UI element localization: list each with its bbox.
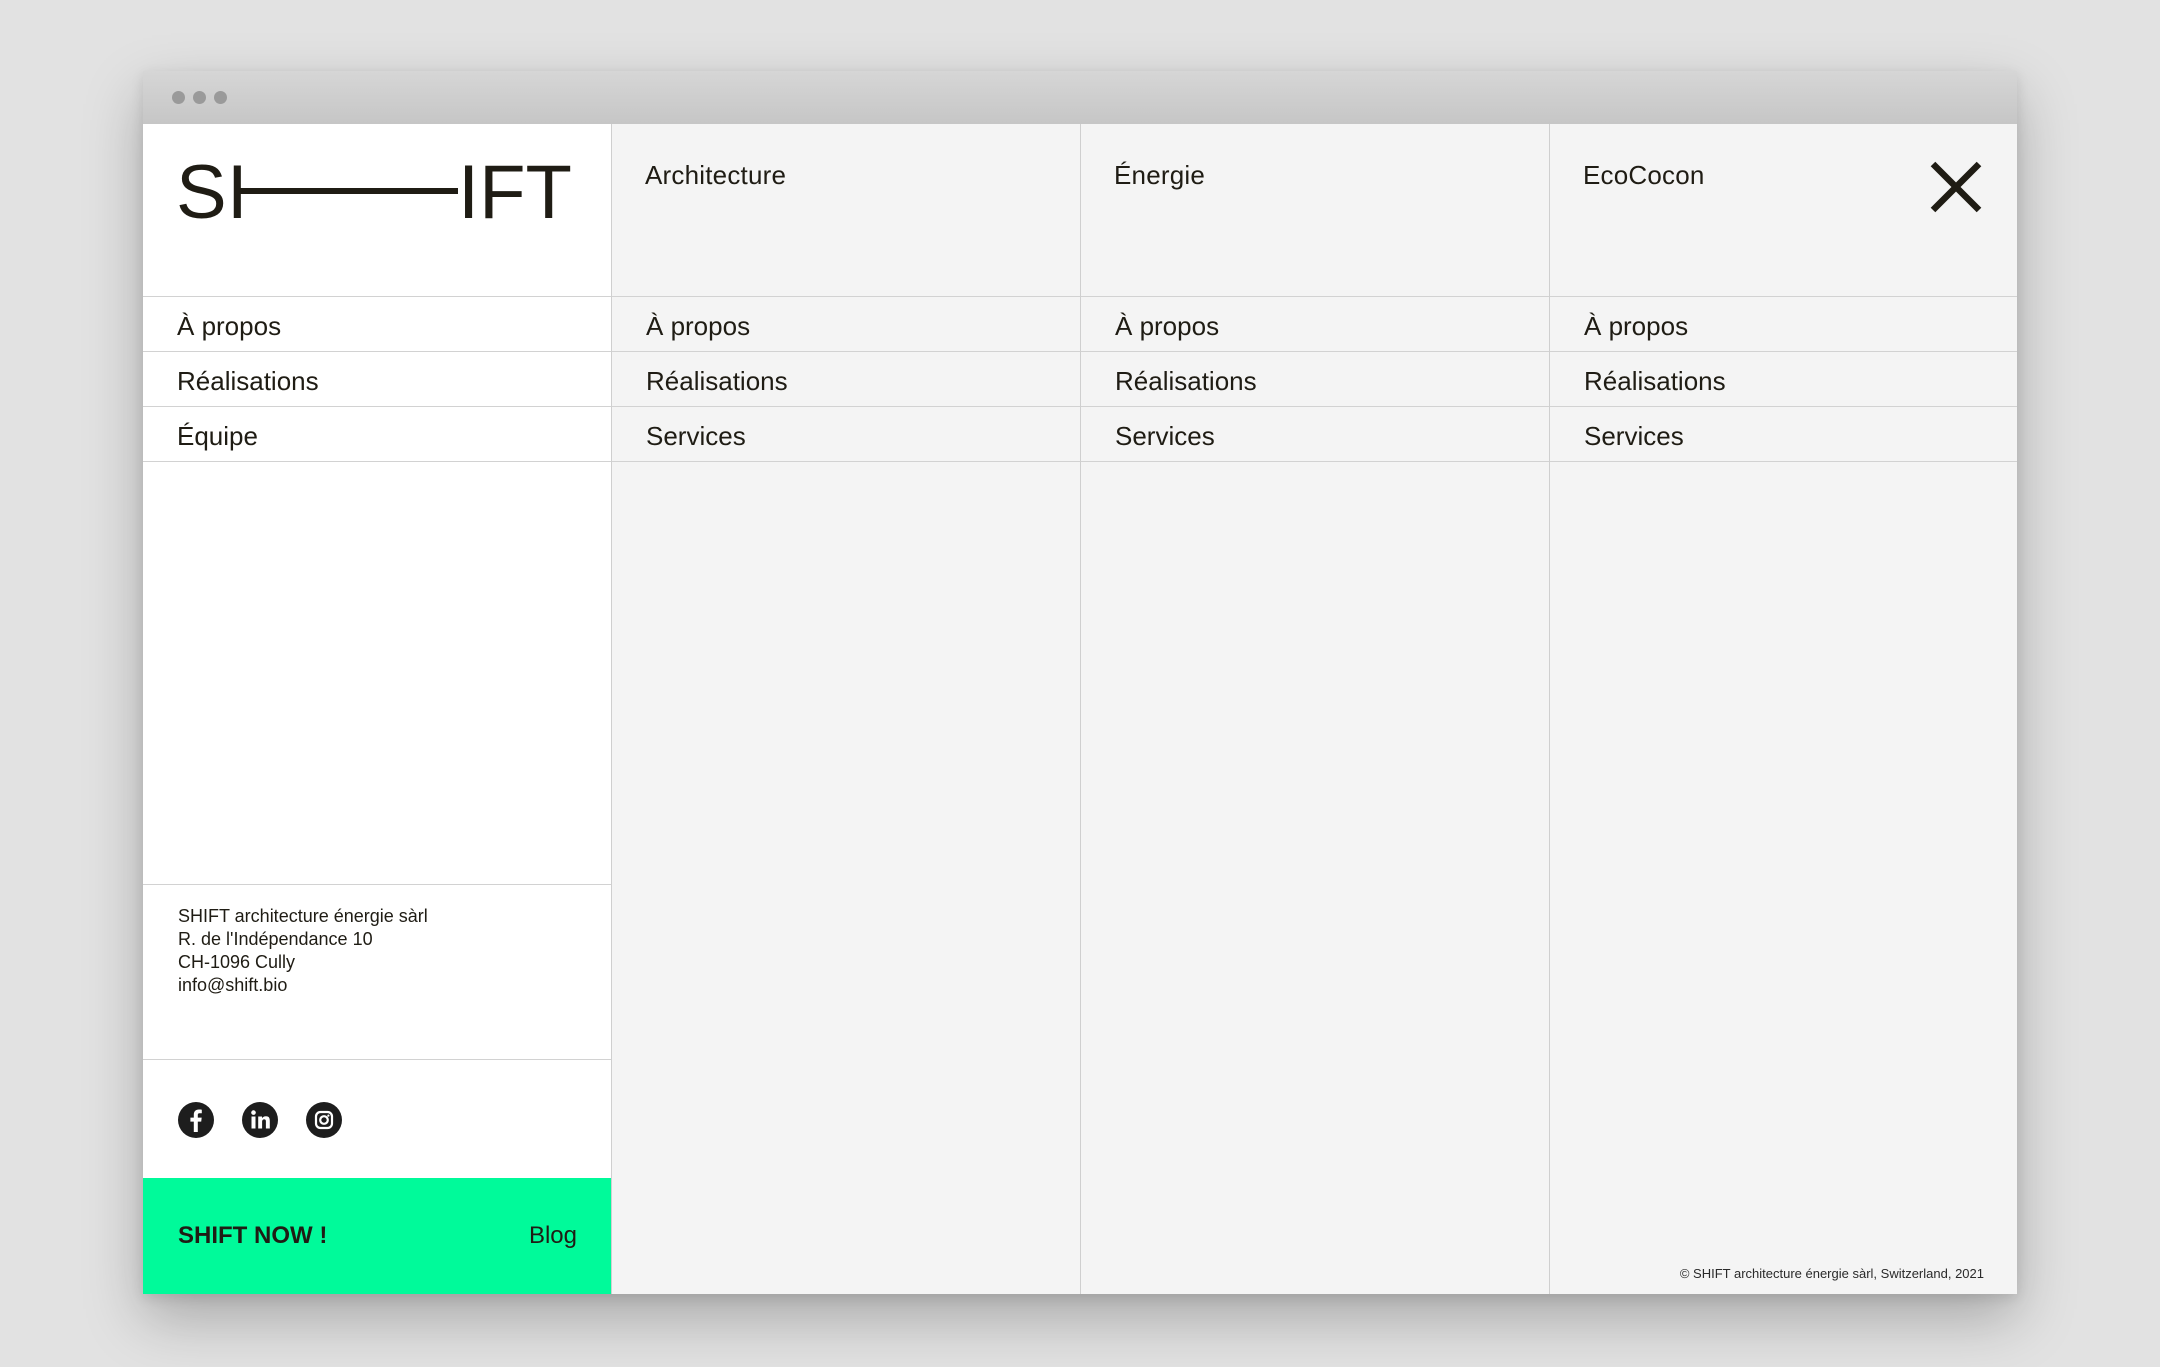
shift-now-link[interactable]: SHIFT NOW !	[178, 1222, 327, 1250]
ecococon-column: EcoCocon À propos Réalisations Services …	[1550, 124, 2017, 1294]
window-control-dot[interactable]	[193, 91, 206, 104]
browser-window: SI IFT À propos Réalisations Équipe SHIF…	[143, 71, 2017, 1294]
column-header: Architecture	[612, 124, 1080, 297]
energie-item-services[interactable]: Services	[1081, 407, 1549, 462]
architecture-item-services[interactable]: Services	[612, 407, 1080, 462]
ecococon-item-a-propos[interactable]: À propos	[1550, 297, 2017, 352]
column-title-ecococon[interactable]: EcoCocon	[1583, 160, 1705, 191]
ecococon-item-realisations[interactable]: Réalisations	[1550, 352, 2017, 407]
architecture-column: Architecture À propos Réalisations Servi…	[612, 124, 1081, 1294]
linkedin-icon[interactable]	[242, 1102, 278, 1138]
instagram-icon[interactable]	[306, 1102, 342, 1138]
sidebar-column: SI IFT À propos Réalisations Équipe SHIF…	[143, 124, 612, 1294]
blog-link[interactable]: Blog	[529, 1222, 577, 1250]
architecture-nav: À propos Réalisations Services	[612, 297, 1080, 462]
sidebar-item-realisations[interactable]: Réalisations	[143, 352, 611, 407]
window-titlebar	[143, 71, 2017, 124]
ecococon-nav: À propos Réalisations Services	[1550, 297, 2017, 462]
column-header: EcoCocon	[1550, 124, 2017, 297]
cta-bar: SHIFT NOW ! Blog	[143, 1178, 611, 1294]
window-control-dot[interactable]	[214, 91, 227, 104]
logo-header: SI IFT	[143, 124, 611, 297]
facebook-icon[interactable]	[178, 1102, 214, 1138]
sidebar-item-a-propos[interactable]: À propos	[143, 297, 611, 352]
sidebar-nav: À propos Réalisations Équipe	[143, 297, 611, 462]
company-name: SHIFT architecture énergie sàrl	[178, 906, 428, 926]
column-title-architecture[interactable]: Architecture	[645, 160, 786, 191]
postal-city: CH-1096 Cully	[178, 952, 296, 972]
energie-nav: À propos Réalisations Services	[1081, 297, 1549, 462]
logo-text-right: IFT	[458, 154, 572, 234]
ecococon-item-services[interactable]: Services	[1550, 407, 2017, 462]
close-icon[interactable]	[1928, 159, 1984, 215]
email-link[interactable]: info@shift.bio	[178, 974, 428, 997]
sidebar-item-equipe[interactable]: Équipe	[143, 407, 611, 462]
column-header: Énergie	[1081, 124, 1549, 297]
shift-logo[interactable]: SI IFT	[176, 154, 586, 234]
logo-bar	[240, 188, 458, 194]
column-title-energie[interactable]: Énergie	[1114, 160, 1205, 191]
architecture-item-a-propos[interactable]: À propos	[612, 297, 1080, 352]
street-address: R. de l'Indépendance 10	[178, 929, 373, 949]
window-control-dot[interactable]	[172, 91, 185, 104]
architecture-item-realisations[interactable]: Réalisations	[612, 352, 1080, 407]
logo-text-left: SI	[176, 154, 248, 234]
energie-item-a-propos[interactable]: À propos	[1081, 297, 1549, 352]
copyright-text: © SHIFT architecture énergie sàrl, Switz…	[1679, 1266, 1984, 1281]
energie-item-realisations[interactable]: Réalisations	[1081, 352, 1549, 407]
address-block: SHIFT architecture énergie sàrl R. de l'…	[143, 884, 611, 1060]
menu-overlay: SI IFT À propos Réalisations Équipe SHIF…	[143, 124, 2017, 1294]
energie-column: Énergie À propos Réalisations Services	[1081, 124, 1550, 1294]
